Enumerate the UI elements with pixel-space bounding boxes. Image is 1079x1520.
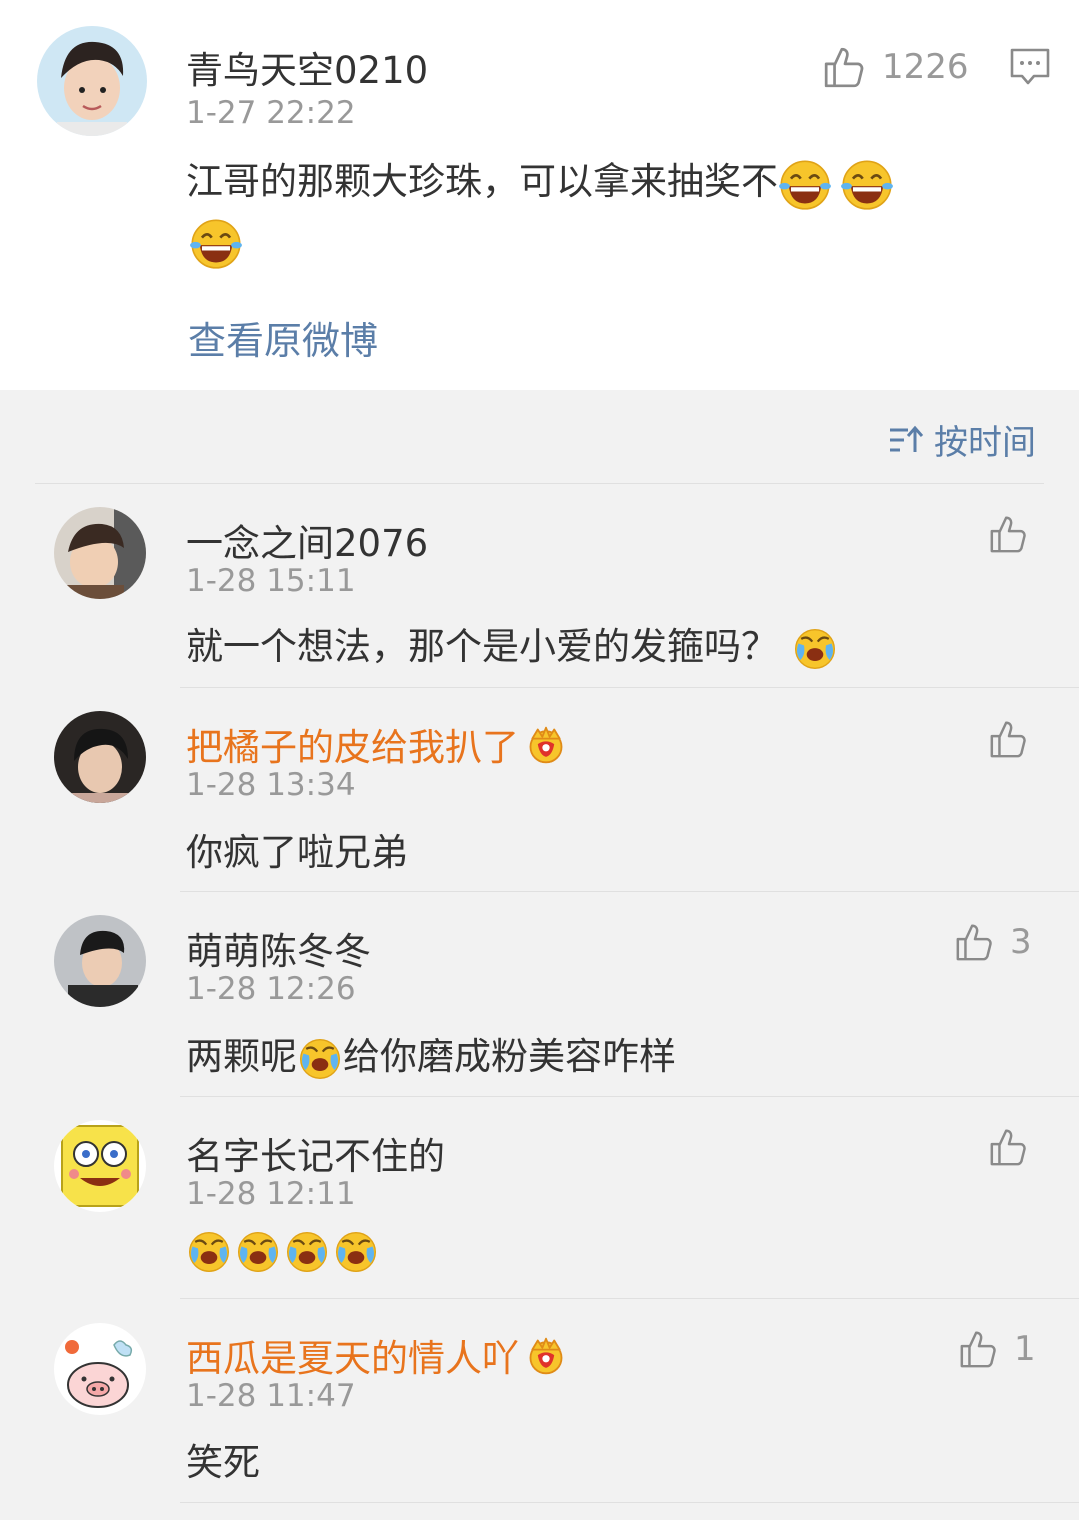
thumbs-up-icon [958, 1328, 1000, 1370]
comment-time: 1-28 12:26 [186, 971, 356, 1007]
post-content-text: 江哥的那颗大珍珠，可以拿来抽奖不 [186, 160, 778, 203]
crying-laughing-emoji [284, 1229, 330, 1279]
comment-text: 笑死 [186, 1441, 260, 1484]
post-like-button[interactable]: 1226 [822, 44, 969, 90]
divider [35, 483, 1044, 484]
comment-time: 1-28 11:47 [186, 1378, 356, 1414]
comment-like-button[interactable]: 3 [954, 921, 1032, 963]
divider [180, 891, 1079, 892]
divider [180, 1298, 1079, 1299]
comment-like-button[interactable] [988, 513, 1030, 555]
laughing-tears-emoji [189, 216, 243, 274]
commenter-name[interactable]: 一念之间2076 [186, 513, 428, 567]
comment-time: 1-28 13:34 [186, 767, 356, 803]
commenter-avatar[interactable] [54, 1120, 146, 1212]
post-author-name[interactable]: 青鸟天空0210 [186, 40, 428, 94]
divider [180, 687, 1079, 688]
comment-text [186, 1229, 379, 1279]
thumbs-up-icon [822, 44, 868, 90]
vip-crown-icon [525, 1335, 567, 1386]
commenter-name-text: 西瓜是夏天的情人吖 [186, 1337, 519, 1380]
comment-like-button[interactable] [988, 718, 1030, 760]
view-original-link[interactable]: 查看原微博 [188, 310, 378, 365]
crying-laughing-emoji [297, 1036, 343, 1082]
post-content: 江哥的那颗大珍珠，可以拿来抽奖不 [186, 153, 1026, 211]
comment-text: 两颗呢 给你磨成粉美容咋样 [186, 1026, 676, 1082]
commenter-avatar[interactable] [54, 507, 146, 599]
comment-like-count: 3 [1010, 922, 1032, 962]
comment-like-button[interactable]: 1 [958, 1328, 1036, 1370]
comment-text-content: 就一个想法，那个是小爱的发箍吗？ [186, 625, 778, 668]
commenter-name[interactable]: 名字长记不住的 [186, 1126, 445, 1180]
laughing-tears-emoji [840, 157, 894, 211]
crying-laughing-emoji [792, 626, 838, 672]
sort-label: 按时间 [934, 423, 1036, 463]
thumbs-up-icon [988, 513, 1030, 555]
comment-text: 你疯了啦兄弟 [186, 831, 408, 874]
vip-crown-icon [525, 724, 567, 775]
crying-laughing-emoji [333, 1229, 379, 1279]
sort-icon [890, 425, 924, 452]
commenter-name-text: 把橘子的皮给我扒了 [186, 726, 519, 769]
laughing-tears-emoji [778, 157, 832, 211]
sort-button[interactable]: 按时间 [888, 415, 1036, 464]
commenter-avatar[interactable] [54, 915, 146, 1007]
comment-text-part: 两颗呢 [186, 1035, 297, 1078]
thumbs-up-icon [988, 718, 1030, 760]
commenter-avatar[interactable] [54, 1323, 146, 1415]
post-author-avatar[interactable] [37, 26, 147, 136]
comment-like-button[interactable] [988, 1126, 1030, 1168]
crying-laughing-emoji [235, 1229, 281, 1279]
comment-icon[interactable] [1009, 47, 1051, 91]
commenter-avatar[interactable] [54, 711, 146, 803]
post-like-count: 1226 [882, 47, 969, 87]
post-time: 1-27 22:22 [186, 95, 356, 131]
comment-time: 1-28 15:11 [186, 563, 356, 599]
divider [180, 1502, 1079, 1503]
crying-laughing-emoji [186, 1229, 232, 1279]
post-card: 青鸟天空0210 1-27 22:22 1226 江哥的那颗大珍珠，可以拿来抽奖… [0, 0, 1079, 390]
commenter-name[interactable]: 萌萌陈冬冬 [186, 921, 371, 975]
comment-time: 1-28 12:11 [186, 1176, 356, 1212]
divider [180, 1096, 1079, 1097]
thumbs-up-icon [954, 921, 996, 963]
thumbs-up-icon [988, 1126, 1030, 1168]
comment-text: 就一个想法，那个是小爱的发箍吗？ [186, 616, 838, 672]
comment-text-part: 给你磨成粉美容咋样 [343, 1035, 676, 1078]
comment-like-count: 1 [1014, 1329, 1036, 1369]
